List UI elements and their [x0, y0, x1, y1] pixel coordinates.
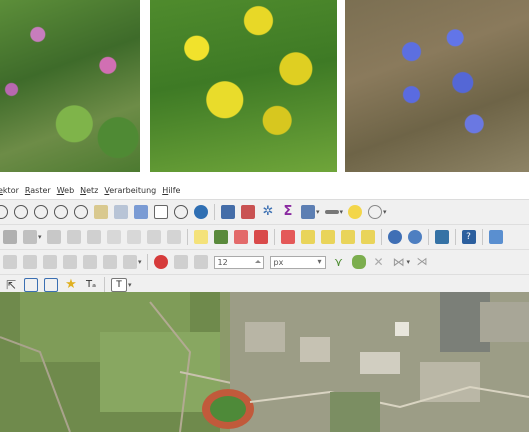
cross-icon[interactable]: ⋊: [415, 255, 429, 269]
vertex-tool-icon[interactable]: [24, 278, 38, 292]
label-props-icon[interactable]: [340, 230, 355, 244]
help-icon[interactable]: ?: [461, 230, 476, 244]
node-tool-icon[interactable]: [23, 230, 37, 244]
favorite-icon[interactable]: ★: [64, 278, 78, 292]
fill-ring-icon[interactable]: [123, 255, 137, 269]
map-navigation-toolbar: ✲ Σ ▾ ▾ ▾: [0, 200, 529, 225]
cross-icon[interactable]: ✕: [372, 255, 386, 269]
trace-icon[interactable]: [173, 255, 188, 269]
plugin-globe-icon[interactable]: [387, 230, 402, 244]
label-pin-icon[interactable]: [213, 230, 228, 244]
temporal-controller-icon[interactable]: [154, 205, 168, 219]
menu-hilfe[interactable]: Hilfe: [162, 186, 180, 195]
show-bookmarks-icon[interactable]: [134, 205, 148, 219]
plugin-globe2-icon[interactable]: [407, 230, 422, 244]
photo-blue-flowers: [345, 0, 529, 172]
photo-yellow-flowers: [150, 0, 337, 172]
zoom-rubberband-icon[interactable]: [34, 205, 48, 219]
aerial-imagery: [0, 292, 529, 432]
delete-icon[interactable]: [66, 230, 81, 244]
reshape-icon[interactable]: [23, 255, 37, 269]
statistics-icon[interactable]: Σ: [281, 205, 295, 219]
label-change-icon[interactable]: [320, 230, 335, 244]
offset-icon[interactable]: [193, 255, 208, 269]
merge-icon[interactable]: ⋈: [392, 255, 406, 269]
cut-icon[interactable]: [86, 230, 101, 244]
attribute-table-icon[interactable]: [241, 205, 255, 219]
simplify-icon[interactable]: [63, 255, 77, 269]
identify-icon[interactable]: [221, 205, 235, 219]
label-props-icon[interactable]: [360, 230, 375, 244]
magnet-icon[interactable]: [153, 255, 168, 269]
shape-icon[interactable]: [44, 278, 58, 292]
label-rotate-icon[interactable]: [300, 230, 315, 244]
zoom-layer-icon[interactable]: [54, 205, 68, 219]
paste-icon[interactable]: [126, 230, 141, 244]
zoom-selection-icon[interactable]: [74, 205, 88, 219]
refresh-icon[interactable]: [174, 205, 188, 219]
new-bookmark-icon[interactable]: [114, 205, 128, 219]
unit-combobox[interactable]: px: [269, 255, 326, 269]
tolerance-spinbox[interactable]: 12: [213, 255, 264, 269]
processing-icon[interactable]: [488, 230, 503, 244]
redo-icon[interactable]: [166, 230, 181, 244]
copy-icon[interactable]: [106, 230, 121, 244]
undo-icon[interactable]: [146, 230, 161, 244]
label-edit-icon[interactable]: [253, 230, 268, 244]
label-red-icon[interactable]: [233, 230, 248, 244]
advanced-digitizing-toolbar: ▾ 12 px ⋎ ✕ ⋈ ▾ ⋊: [0, 250, 529, 275]
menu-web[interactable]: Web: [57, 186, 74, 195]
add-ring-icon[interactable]: [83, 255, 97, 269]
zoom-out-icon[interactable]: [14, 205, 28, 219]
label-abc-icon[interactable]: [193, 230, 208, 244]
photo-pink-flowers: [0, 0, 140, 172]
menu-raster[interactable]: Raster: [25, 186, 51, 195]
settings-icon[interactable]: ✲: [261, 205, 275, 219]
digitize-icon[interactable]: [3, 230, 17, 244]
menubar: ektor Raster Web Netz Verarbeitung Hilfe: [0, 181, 529, 200]
annotation-icon[interactable]: [368, 205, 383, 219]
select-icon[interactable]: ⇱: [4, 278, 18, 292]
advanced-digitize-icon[interactable]: [3, 255, 17, 269]
menu-vector[interactable]: ektor: [0, 186, 19, 195]
add-part-icon[interactable]: [103, 255, 117, 269]
reverse-icon[interactable]: [351, 255, 366, 269]
menu-netz[interactable]: Netz: [80, 186, 98, 195]
map-tips-icon[interactable]: [348, 205, 363, 219]
save-edits-icon[interactable]: [46, 230, 61, 244]
qgis-window: ektor Raster Web Netz Verarbeitung Hilfe…: [0, 181, 529, 432]
rotate-feature-icon[interactable]: [43, 255, 57, 269]
field-calculator-icon[interactable]: [301, 205, 315, 219]
photo-strip: [0, 0, 529, 176]
trim-icon[interactable]: ⋎: [332, 255, 346, 269]
menu-verarbeitung[interactable]: Verarbeitung: [104, 186, 156, 195]
label-move-icon[interactable]: [280, 230, 295, 244]
digitizing-toolbar: ▾ ?: [0, 225, 529, 250]
text-tool-icon[interactable]: T: [111, 278, 127, 292]
zoom-in-icon[interactable]: [0, 205, 8, 219]
python-icon[interactable]: [434, 230, 449, 244]
refresh-icon[interactable]: [194, 205, 208, 219]
map-canvas[interactable]: [0, 292, 529, 432]
measure-icon[interactable]: [324, 210, 339, 214]
zoom-last-icon[interactable]: [94, 205, 108, 219]
text-annotation-icon[interactable]: Tₐ: [84, 278, 98, 292]
